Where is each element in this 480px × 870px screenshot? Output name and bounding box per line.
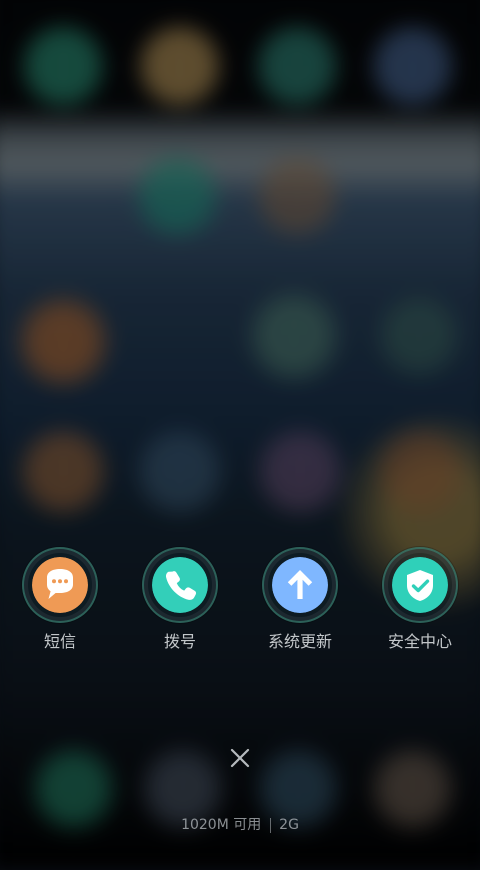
upload-arrow-icon: [272, 557, 328, 613]
shortcut-dialer-icon-ring: [142, 547, 218, 623]
shortcut-system-update[interactable]: 系统更新: [255, 547, 345, 653]
phone-icon: [152, 557, 208, 613]
shortcut-messages-icon-ring: [22, 547, 98, 623]
shortcut-security-center-icon-ring: [382, 547, 458, 623]
quick-shortcut-row: 短信 拨号 系统更新 安全中心: [0, 547, 480, 657]
shortcut-dialer-label: 拨号: [163, 632, 196, 651]
shortcut-dialer[interactable]: 拨号: [135, 547, 225, 653]
shortcut-security-center[interactable]: 安全中心: [375, 547, 465, 653]
memory-network-status: 1020M 可用 2G: [0, 814, 480, 836]
shortcut-system-update-icon-ring: [262, 547, 338, 623]
shortcut-security-center-label: 安全中心: [387, 632, 452, 651]
status-divider: [269, 818, 271, 833]
shield-check-icon: [392, 557, 448, 613]
close-button[interactable]: [222, 740, 258, 776]
close-icon: [230, 748, 250, 768]
shortcut-messages-label: 短信: [43, 632, 76, 651]
message-icon: [32, 557, 88, 613]
background-dim-overlay: [0, 0, 480, 853]
available-memory-text: 1020M 可用: [181, 817, 262, 833]
shortcut-messages[interactable]: 短信: [15, 547, 105, 653]
network-type-text: 2G: [279, 817, 299, 833]
shortcut-system-update-label: 系统更新: [267, 632, 332, 651]
